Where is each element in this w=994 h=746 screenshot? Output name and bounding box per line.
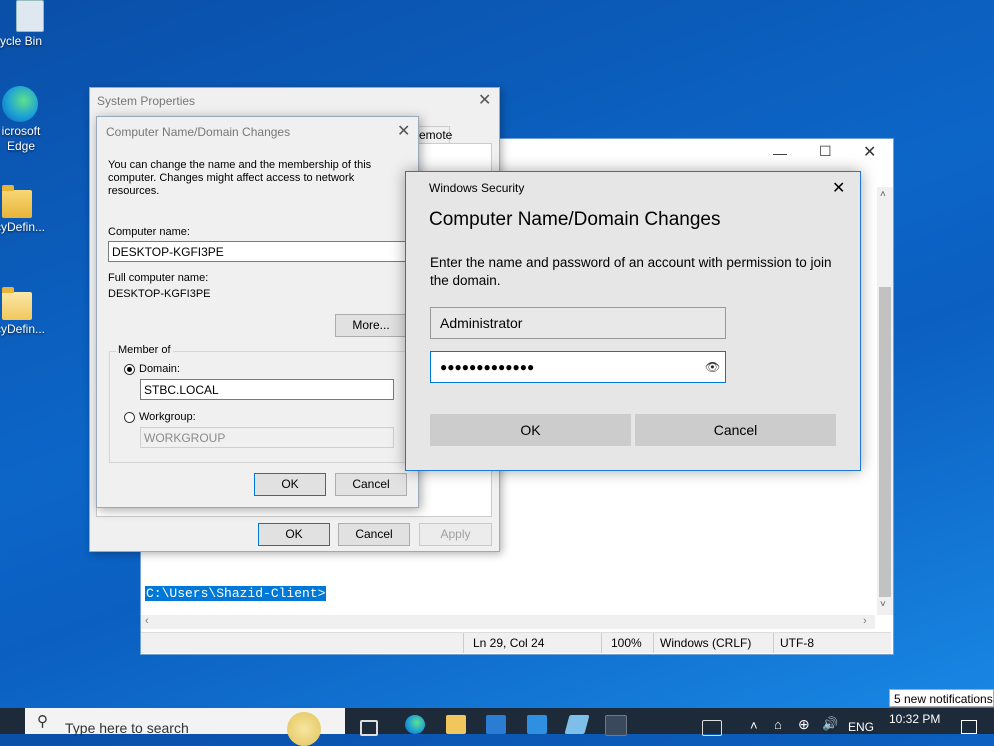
full-name-value: DESKTOP-KGFI3PE xyxy=(108,288,211,300)
close-icon[interactable]: ✕ xyxy=(832,178,845,198)
member-of-label: Member of xyxy=(116,344,173,356)
line-ending: Windows (CRLF) xyxy=(660,636,752,650)
close-icon[interactable]: ✕ xyxy=(397,121,410,141)
encoding: UTF-8 xyxy=(780,636,814,650)
network-icon[interactable]: ⊕ xyxy=(798,716,810,733)
ok-button[interactable]: OK xyxy=(430,414,631,446)
action-center-icon[interactable] xyxy=(961,720,977,734)
store-icon[interactable] xyxy=(486,715,506,734)
reveal-password-icon[interactable]: 👁 xyxy=(705,352,720,382)
close-icon[interactable]: ✕ xyxy=(863,142,876,162)
zoom-level: 100% xyxy=(611,636,642,650)
scroll-right-icon[interactable]: › xyxy=(863,615,867,627)
apply-button[interactable]: Apply xyxy=(419,523,492,546)
policy-zip-label: cyDefin... xyxy=(0,220,45,234)
clock-time[interactable]: 10:32 PM xyxy=(889,712,940,726)
cancel-button[interactable]: Cancel xyxy=(338,523,410,546)
more-button[interactable]: More... xyxy=(335,314,407,337)
domain-changes-dialog: Computer Name/Domain Changes ✕ You can c… xyxy=(96,116,419,508)
description-text: You can change the name and the membersh… xyxy=(108,159,372,197)
workgroup-label: Workgroup: xyxy=(139,411,196,423)
horizontal-scrollbar[interactable]: ‹ › xyxy=(141,615,875,629)
full-name-label: Full computer name: xyxy=(108,272,209,284)
security-title: Computer Name/Domain Changes xyxy=(429,209,721,230)
dialog-title: Computer Name/Domain Changes xyxy=(106,125,291,139)
security-caption: Windows Security xyxy=(429,181,525,195)
zip-folder-icon xyxy=(2,185,32,218)
close-icon[interactable]: ✕ xyxy=(478,90,491,110)
domain-label: Domain: xyxy=(139,363,180,375)
scroll-left-icon[interactable]: ‹ xyxy=(145,615,149,627)
cursor-position: Ln 29, Col 24 xyxy=(473,636,545,650)
workgroup-input: WORKGROUP xyxy=(140,427,394,448)
mail-icon[interactable] xyxy=(527,715,547,734)
vertical-scrollbar[interactable]: ˄ ˅ xyxy=(877,187,893,615)
notepad-taskbar-icon[interactable] xyxy=(564,715,590,734)
system-properties-taskbar-icon[interactable] xyxy=(605,715,627,736)
computer-name-label: Computer name: xyxy=(108,226,190,238)
cancel-button[interactable]: Cancel xyxy=(335,473,407,496)
recycle-bin-label: cycle Bin xyxy=(0,34,43,48)
policy-folder-label: cyDefin... xyxy=(0,322,45,336)
workgroup-radio[interactable] xyxy=(124,412,135,423)
edge-taskbar-icon[interactable] xyxy=(405,715,425,734)
edge-shortcut[interactable]: icrosoft Edge xyxy=(0,86,60,154)
username-input[interactable]: Administrator xyxy=(430,307,726,339)
windows-security-dialog: Windows Security ✕ Computer Name/Domain … xyxy=(405,171,861,471)
folder-icon xyxy=(2,287,32,320)
volume-icon[interactable]: 🔊 xyxy=(822,716,838,732)
computer-name-input[interactable]: DESKTOP-KGFI3PE xyxy=(108,241,407,262)
notification-toast[interactable]: 5 new notifications xyxy=(889,689,994,707)
edge-icon xyxy=(2,86,38,122)
file-explorer-icon[interactable] xyxy=(446,715,466,734)
policy-zip-shortcut[interactable]: cyDefin... xyxy=(0,185,60,235)
policy-folder-shortcut[interactable]: cyDefin... xyxy=(0,287,60,337)
status-bar: Ln 29, Col 24 100% Windows (CRLF) UTF-8 xyxy=(141,632,891,653)
domain-input[interactable]: STBC.LOCAL xyxy=(140,379,394,400)
ok-button[interactable]: OK xyxy=(258,523,330,546)
scroll-thumb[interactable] xyxy=(879,287,891,597)
window-title: System Properties xyxy=(97,94,196,108)
edge-label: icrosoft Edge xyxy=(1,124,41,153)
search-icon: ⚲ xyxy=(37,713,48,730)
password-mask: ●●●●●●●●●●●●● xyxy=(440,360,535,374)
recycle-bin-icon[interactable]: cycle Bin xyxy=(0,0,60,49)
language-indicator[interactable]: ENG xyxy=(848,720,874,734)
search-highlight-icon xyxy=(287,712,321,746)
security-message: Enter the name and password of an accoun… xyxy=(430,255,832,288)
ok-button[interactable]: OK xyxy=(254,473,326,496)
minimize-icon[interactable]: — xyxy=(773,145,787,161)
scroll-down-icon[interactable]: ˅ xyxy=(880,599,886,610)
password-input[interactable]: ●●●●●●●●●●●●● 👁 xyxy=(430,351,726,383)
meet-now-icon[interactable]: ⌂ xyxy=(774,717,782,732)
scroll-up-icon[interactable]: ˄ xyxy=(880,189,886,200)
domain-radio[interactable] xyxy=(124,364,135,375)
search-box[interactable]: ⚲ Type here to search xyxy=(25,708,345,746)
chevron-up-icon[interactable]: ˄ xyxy=(750,718,758,733)
cancel-button[interactable]: Cancel xyxy=(635,414,836,446)
selected-text[interactable]: C:\Users\Shazid-Client> xyxy=(145,586,327,601)
taskbar: ⚲ Type here to search ˄ ⌂ ⊕ 🔊 ENG 10:32 … xyxy=(0,708,994,746)
maximize-icon[interactable]: ☐ xyxy=(819,143,832,160)
